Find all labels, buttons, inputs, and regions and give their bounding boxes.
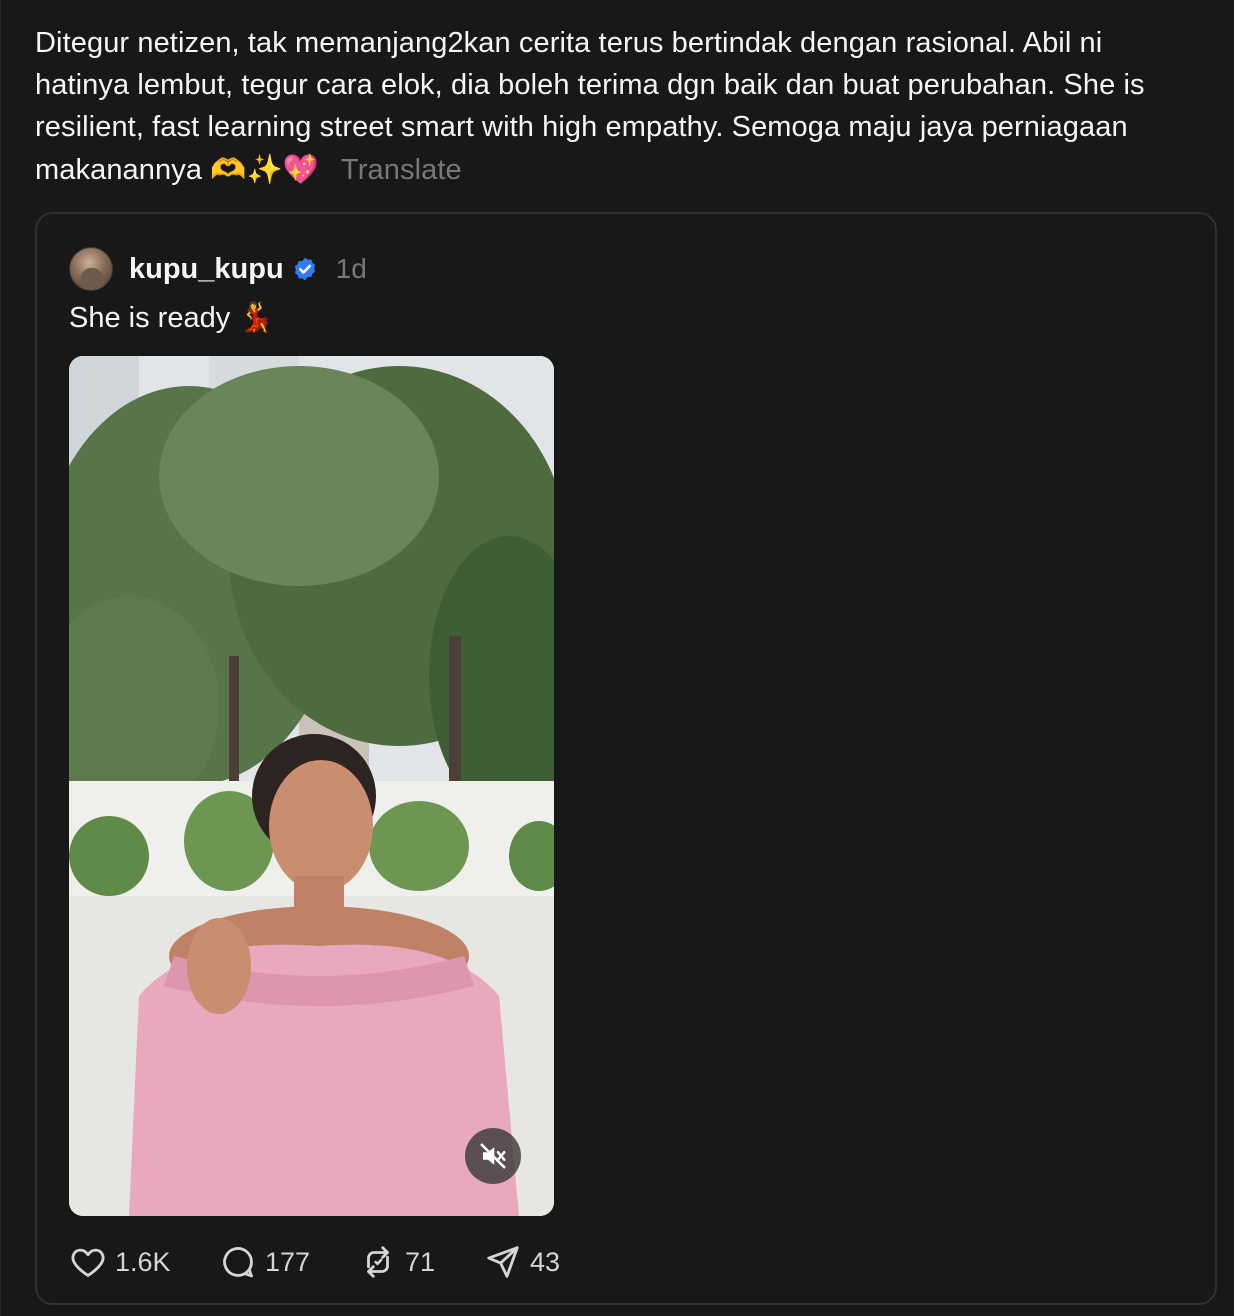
post-text-line: hatinya lembut, tegur cara elok, dia bol…	[35, 69, 1145, 101]
video-frame	[69, 356, 554, 1216]
thread-post: Ditegur netizen, tak memanjang2kan cerit…	[0, 0, 1234, 1316]
action-bar: 1.6K 177 71 43	[69, 1239, 560, 1285]
reply-count: 177	[265, 1246, 311, 1277]
post-text-line: resilient, fast learning street smart wi…	[35, 111, 1128, 143]
speaker-muted-icon	[480, 1143, 506, 1169]
avatar[interactable]	[69, 247, 113, 291]
comment-icon	[223, 1247, 253, 1278]
share-button[interactable]: 43	[484, 1243, 560, 1281]
post-text-line-end: makanannya	[35, 154, 203, 186]
video-player[interactable]	[69, 356, 554, 1216]
post-text-line: makanannya 🫶✨💖 Translate	[35, 148, 1215, 191]
quoted-post-card[interactable]: kupu_kupu 1d She is ready 💃 1.6K 177 71 …	[35, 212, 1217, 1305]
verified-badge-icon	[294, 257, 315, 281]
like-count: 1.6K	[115, 1246, 171, 1277]
repost-count: 71	[405, 1246, 436, 1277]
username[interactable]: kupu_kupu	[129, 253, 284, 286]
quoted-text: She is ready	[69, 302, 231, 334]
post-time: 1d	[335, 253, 367, 284]
repost-icon	[367, 1246, 389, 1278]
post-body: Ditegur netizen, tak memanjang2kan cerit…	[35, 22, 1215, 191]
quoted-post-text: She is ready 💃	[69, 300, 274, 335]
reply-button[interactable]: 177	[219, 1243, 359, 1281]
post-text-line: Ditegur netizen, tak memanjang2kan cerit…	[35, 27, 1103, 59]
share-icon	[487, 1246, 519, 1278]
post-emojis: 🫶✨💖	[210, 152, 319, 186]
like-button[interactable]: 1.6K	[69, 1243, 219, 1281]
translate-link[interactable]: Translate	[341, 154, 462, 186]
repost-button[interactable]: 71	[359, 1243, 484, 1281]
heart-icon	[71, 1248, 105, 1277]
quoted-post-header: kupu_kupu 1d	[69, 246, 367, 292]
share-count: 43	[530, 1246, 561, 1277]
dancer-emoji: 💃	[238, 300, 275, 334]
mute-button[interactable]	[465, 1128, 521, 1184]
